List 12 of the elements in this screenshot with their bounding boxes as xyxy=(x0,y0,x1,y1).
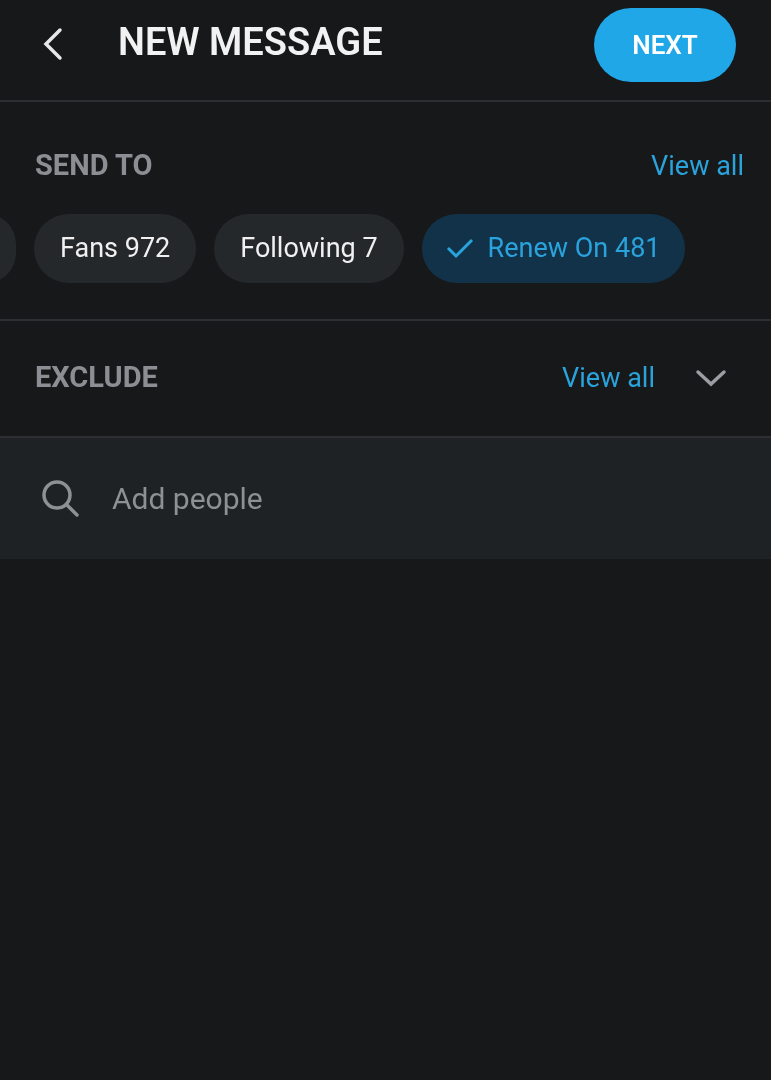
chevron-icon[interactable] xyxy=(695,369,727,387)
page-title: NEW MESSAGE xyxy=(118,22,383,62)
view-all-link[interactable]: View all xyxy=(651,145,744,186)
filter-chip[interactable]: Renew On 481 xyxy=(421,213,685,283)
search-icon xyxy=(40,478,80,518)
view-all-link[interactable]: View all xyxy=(562,357,655,399)
check-icon xyxy=(445,237,474,259)
filter-chip[interactable]: Following 7 xyxy=(214,213,404,283)
section-heading: EXCLUDE xyxy=(35,359,158,397)
filter-chip[interactable]: Fans 972 xyxy=(34,213,197,283)
section-heading: SEND TO xyxy=(35,147,153,184)
search-field[interactable]: Add people xyxy=(112,475,512,521)
